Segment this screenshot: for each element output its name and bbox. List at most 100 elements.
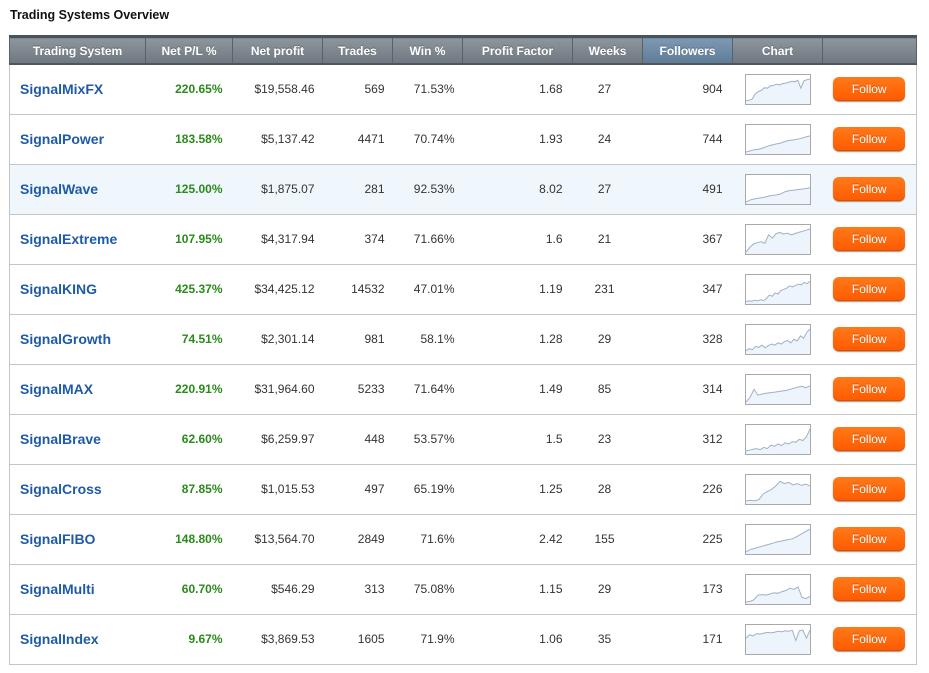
trading-system-cell: SignalKING	[9, 264, 146, 315]
weeks-cell: 27	[572, 164, 643, 215]
follow-button[interactable]: Follow	[833, 427, 906, 451]
profit-factor-cell: 1.28	[462, 314, 573, 365]
column-header-weeks[interactable]: Weeks	[572, 35, 643, 65]
action-cell: Follow	[822, 164, 917, 215]
column-header-win-pct[interactable]: Win %	[392, 35, 463, 65]
sparkline-area	[745, 586, 810, 604]
equity-sparkline[interactable]	[744, 623, 811, 655]
column-header-profit-factor[interactable]: Profit Factor	[462, 35, 573, 65]
trades-cell: 448	[322, 414, 393, 465]
trading-system-link[interactable]: SignalMixFX	[20, 81, 103, 97]
trading-system-link[interactable]: SignalMulti	[20, 581, 95, 597]
trades-cell: 497	[322, 464, 393, 515]
chart-cell	[732, 564, 823, 615]
win-pct-cell: 71.6%	[392, 514, 463, 565]
equity-sparkline[interactable]	[744, 323, 811, 355]
net-profit-cell: $546.29	[232, 564, 323, 615]
table-row: SignalFIBO 148.80% $13,564.70 2849 71.6% 2.42…	[9, 514, 917, 565]
net-pl-pct-cell: 220.91%	[145, 364, 233, 415]
net-pl-pct-cell: 74.51%	[145, 314, 233, 365]
table-body: SignalMixFX 220.65% $19,558.46 569 71.53% 1.6…	[9, 64, 917, 665]
table-row: SignalBrave 62.60% $6,259.97 448 53.57% 1.5 23…	[9, 414, 917, 465]
equity-sparkline[interactable]	[744, 273, 811, 305]
follow-button[interactable]: Follow	[833, 577, 906, 601]
trades-cell: 981	[322, 314, 393, 365]
table-row: SignalWave 125.00% $1,875.07 281 92.53% 8.02 2…	[9, 164, 917, 215]
trading-system-link[interactable]: SignalMAX	[20, 381, 93, 397]
profit-factor-cell: 1.25	[462, 464, 573, 515]
net-pl-pct-cell: 183.58%	[145, 114, 233, 165]
trading-system-link[interactable]: SignalCross	[20, 481, 102, 497]
column-header-action	[822, 35, 917, 65]
column-header-trades[interactable]: Trades	[322, 35, 393, 65]
column-header-net-profit[interactable]: Net profit	[232, 35, 323, 65]
follow-button[interactable]: Follow	[833, 127, 906, 151]
profit-factor-cell: 2.42	[462, 514, 573, 565]
chart-cell	[732, 164, 823, 215]
trading-system-link[interactable]: SignalBrave	[20, 431, 101, 447]
net-pl-pct-cell: 148.80%	[145, 514, 233, 565]
table-row: SignalKING 425.37% $34,425.12 14532 47.01% 1.…	[9, 264, 917, 315]
followers-cell: 226	[642, 464, 733, 515]
profit-factor-cell: 1.19	[462, 264, 573, 315]
equity-sparkline[interactable]	[744, 523, 811, 555]
profit-factor-cell: 1.49	[462, 364, 573, 415]
net-profit-cell: $1,875.07	[232, 164, 323, 215]
chart-cell	[732, 264, 823, 315]
action-cell: Follow	[822, 114, 917, 165]
follow-button[interactable]: Follow	[833, 327, 906, 351]
action-cell: Follow	[822, 564, 917, 615]
trading-system-cell: SignalMAX	[9, 364, 146, 415]
trading-system-link[interactable]: SignalWave	[20, 181, 98, 197]
equity-sparkline[interactable]	[744, 373, 811, 405]
followers-cell: 347	[642, 264, 733, 315]
equity-sparkline[interactable]	[744, 123, 811, 155]
trading-system-link[interactable]: SignalKING	[20, 281, 97, 297]
column-header-followers[interactable]: Followers	[642, 35, 733, 65]
follow-button[interactable]: Follow	[833, 77, 906, 102]
column-header-trading-system[interactable]: Trading System	[9, 35, 146, 65]
action-cell: Follow	[822, 264, 917, 315]
net-pl-pct-cell: 60.70%	[145, 564, 233, 615]
chart-cell	[732, 614, 823, 665]
trading-system-link[interactable]: SignalGrowth	[20, 331, 111, 347]
equity-sparkline[interactable]	[744, 573, 811, 605]
net-pl-pct-cell: 87.85%	[145, 464, 233, 515]
trading-system-cell: SignalIndex	[9, 614, 146, 665]
equity-sparkline[interactable]	[744, 173, 811, 205]
trading-system-link[interactable]: SignalExtreme	[20, 231, 117, 247]
follow-button[interactable]: Follow	[833, 627, 906, 651]
profit-factor-cell: 1.68	[462, 64, 573, 115]
follow-button[interactable]: Follow	[833, 177, 906, 201]
profit-factor-cell: 1.6	[462, 214, 573, 265]
equity-sparkline[interactable]	[744, 423, 811, 455]
equity-sparkline[interactable]	[744, 73, 811, 105]
follow-button[interactable]: Follow	[833, 527, 906, 551]
trading-systems-table: Trading System Net P/L % Net profit Trad…	[9, 35, 917, 665]
trades-cell: 1605	[322, 614, 393, 665]
equity-sparkline[interactable]	[744, 473, 811, 505]
follow-button[interactable]: Follow	[833, 227, 906, 251]
follow-button[interactable]: Follow	[833, 277, 906, 301]
followers-cell: 744	[642, 114, 733, 165]
follow-button[interactable]: Follow	[833, 477, 906, 501]
trading-system-link[interactable]: SignalPower	[20, 131, 104, 147]
equity-sparkline[interactable]	[744, 223, 811, 255]
net-pl-pct-cell: 62.60%	[145, 414, 233, 465]
win-pct-cell: 53.57%	[392, 414, 463, 465]
follow-button[interactable]: Follow	[833, 377, 906, 401]
action-cell: Follow	[822, 464, 917, 515]
trading-system-link[interactable]: SignalFIBO	[20, 531, 95, 547]
weeks-cell: 29	[572, 314, 643, 365]
column-header-net-pl-pct[interactable]: Net P/L %	[145, 35, 233, 65]
weeks-cell: 27	[572, 64, 643, 115]
weeks-cell: 85	[572, 364, 643, 415]
win-pct-cell: 71.66%	[392, 214, 463, 265]
win-pct-cell: 75.08%	[392, 564, 463, 615]
chart-cell	[732, 114, 823, 165]
trading-system-link[interactable]: SignalIndex	[20, 631, 99, 647]
net-profit-cell: $34,425.12	[232, 264, 323, 315]
action-cell: Follow	[822, 314, 917, 365]
profit-factor-cell: 1.15	[462, 564, 573, 615]
win-pct-cell: 92.53%	[392, 164, 463, 215]
